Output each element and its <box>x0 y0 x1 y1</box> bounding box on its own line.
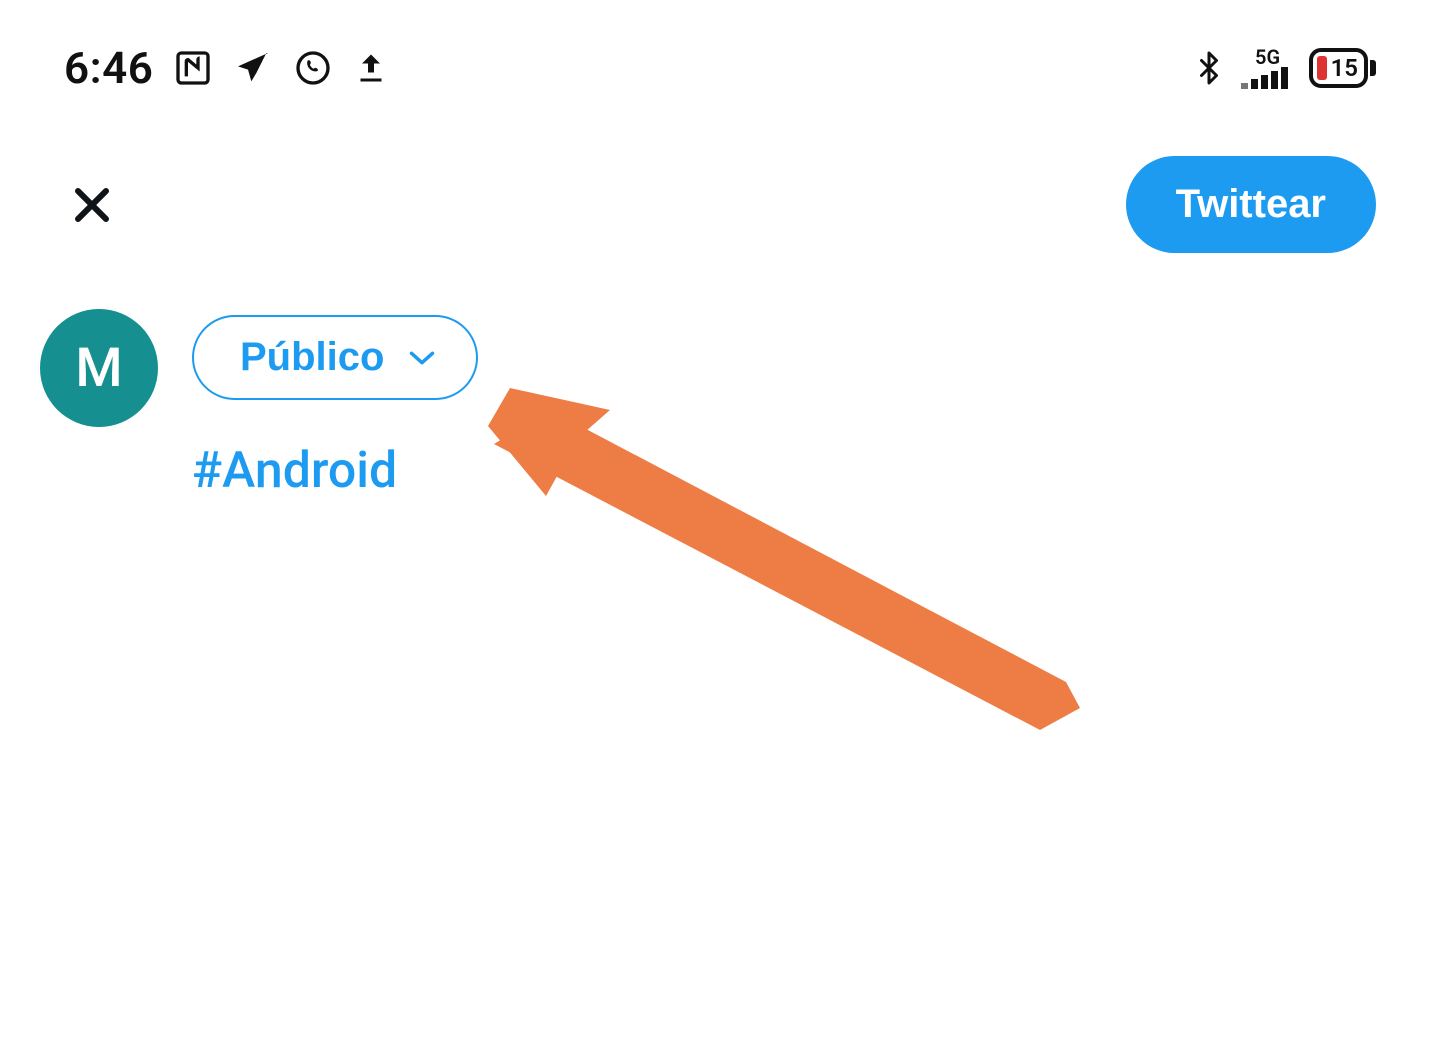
status-bar-right: 5G 15 <box>1191 47 1376 89</box>
clock: 6:46 <box>64 42 153 94</box>
close-icon <box>68 181 116 229</box>
telegram-icon <box>233 48 273 88</box>
upload-icon <box>353 50 389 86</box>
whatsapp-icon <box>293 48 333 88</box>
avatar[interactable]: M <box>40 309 158 427</box>
compose-header: Twittear <box>0 96 1440 253</box>
cellular-indicator: 5G <box>1241 47 1295 89</box>
battery-indicator: 15 <box>1309 48 1376 88</box>
status-bar: 6:46 <box>0 0 1440 96</box>
close-button[interactable] <box>64 177 120 233</box>
network-type-label: 5G <box>1255 47 1280 67</box>
battery-percent-label: 15 <box>1331 54 1358 82</box>
nfc-icon <box>173 48 213 88</box>
avatar-initial: M <box>75 337 122 400</box>
status-bar-left: 6:46 <box>64 42 389 94</box>
compose-area: M Público #Android <box>0 253 1440 500</box>
compose-body: Público #Android <box>192 309 478 500</box>
tweet-text-input[interactable]: #Android <box>192 442 478 500</box>
audience-selector[interactable]: Público <box>192 315 478 400</box>
tweet-button[interactable]: Twittear <box>1126 156 1376 253</box>
signal-bars-icon <box>1241 67 1295 89</box>
audience-label: Público <box>240 335 384 380</box>
bluetooth-icon <box>1191 48 1227 88</box>
battery-fill-icon <box>1317 56 1327 80</box>
chevron-down-icon <box>408 349 436 367</box>
